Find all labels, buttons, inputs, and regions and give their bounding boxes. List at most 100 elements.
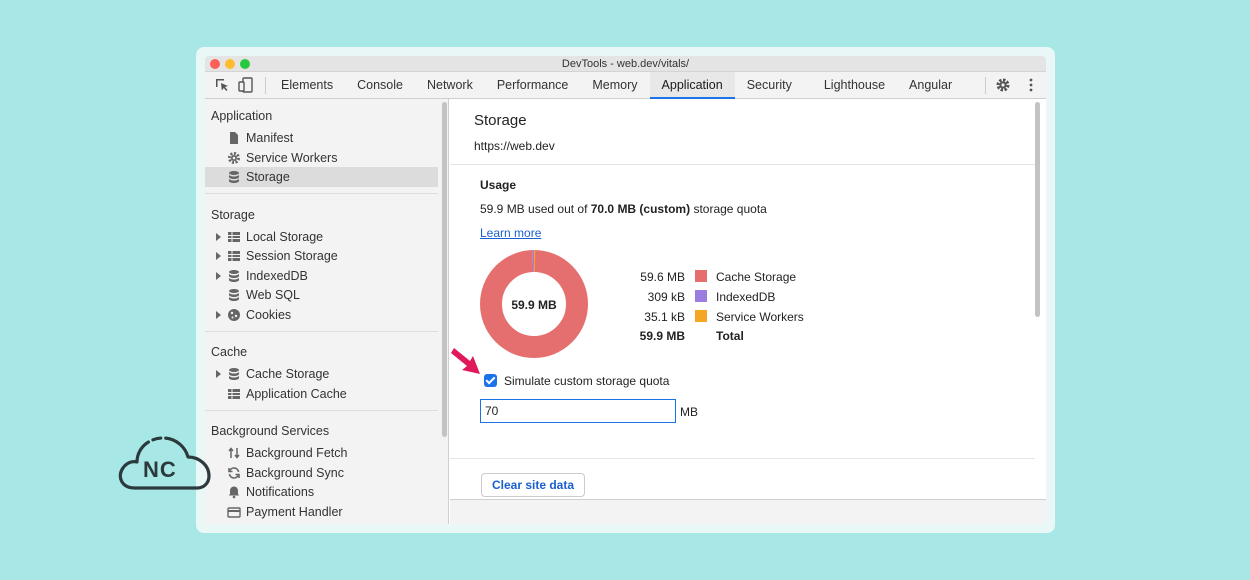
tab-lighthouse[interactable]: Lighthouse <box>812 72 897 99</box>
sidebar-item-label: Notifications <box>246 485 315 499</box>
expand-arrow-icon[interactable] <box>216 311 221 319</box>
tab-console[interactable]: Console <box>345 72 415 99</box>
cookie-icon <box>228 309 240 321</box>
usage-used: 59.9 MB <box>480 202 525 216</box>
sidebar-item-label: Local Storage <box>246 230 324 244</box>
sidebar-item-label: Manifest <box>246 131 294 145</box>
application-sidebar: Application Manifest Service Workers Sto… <box>205 99 449 524</box>
sidebar-group-background-services: Background Services <box>211 424 330 438</box>
storage-panel: Storage https://web.dev Usage 59.9 MB us… <box>450 99 1046 524</box>
card-icon <box>227 507 241 518</box>
expand-arrow-icon[interactable] <box>216 370 221 378</box>
sidebar-item-label: Session Storage <box>246 249 338 263</box>
tab-network[interactable]: Network <box>415 72 485 99</box>
sidebar-item-web-sql[interactable]: Web SQL <box>205 285 438 305</box>
devtools-window: DevTools - web.dev/vitals/ Elements Cons… <box>205 56 1046 524</box>
window-title: DevTools - web.dev/vitals/ <box>561 58 690 70</box>
sidebar-item-payment-handler[interactable]: Payment Handler <box>205 502 438 522</box>
title-bar: DevTools - web.dev/vitals/ <box>205 56 1046 72</box>
settings-gear-icon[interactable] <box>995 77 1011 93</box>
sidebar-group-application: Application <box>211 109 273 123</box>
sidebar-divider <box>205 193 438 194</box>
sidebar-item-label: IndexedDB <box>246 269 308 283</box>
sidebar-item-manifest[interactable]: Manifest <box>205 128 438 148</box>
sidebar-item-label: Background Sync <box>246 466 344 480</box>
usage-heading: Usage <box>480 178 517 192</box>
sidebar-item-storage[interactable]: Storage <box>205 167 438 187</box>
sidebar-item-label: Cache Storage <box>246 367 330 381</box>
quota-unit-label: MB <box>680 405 698 419</box>
sidebar-item-label: Service Workers <box>246 151 338 165</box>
sidebar-item-background-sync[interactable]: Background Sync <box>205 463 438 483</box>
tab-elements[interactable]: Elements <box>269 72 345 99</box>
sidebar-item-session-storage[interactable]: Session Storage <box>205 246 438 266</box>
sidebar-group-storage: Storage <box>211 208 255 222</box>
sync-icon <box>228 467 240 479</box>
toolbar-separator <box>265 77 266 94</box>
database-icon <box>229 289 239 301</box>
learn-more-link[interactable]: Learn more <box>480 226 541 240</box>
clear-site-data-button[interactable]: Clear site data <box>481 473 585 497</box>
sidebar-item-local-storage[interactable]: Local Storage <box>205 227 438 247</box>
legend-swatch <box>695 290 707 302</box>
legend-row-service-workers: 35.1 kB Service Workers <box>600 308 900 326</box>
sidebar-item-cookies[interactable]: Cookies <box>205 305 438 325</box>
file-icon <box>230 132 238 144</box>
legend-row-cache-storage: 59.6 MB Cache Storage <box>600 268 900 286</box>
expand-arrow-icon[interactable] <box>216 233 221 241</box>
expand-arrow-icon[interactable] <box>216 272 221 280</box>
tab-application[interactable]: Application <box>649 72 735 99</box>
sidebar-item-label: Web SQL <box>246 288 300 302</box>
sidebar-item-label: Payment Handler <box>246 505 343 519</box>
tab-memory[interactable]: Memory <box>580 72 649 99</box>
more-options-icon[interactable] <box>1023 77 1039 93</box>
origin-url: https://web.dev <box>474 139 555 153</box>
device-toolbar-icon[interactable] <box>238 77 254 93</box>
legend-total-size: 59.9 MB <box>639 329 685 343</box>
grid-icon <box>228 232 240 242</box>
legend-size: 59.6 MB <box>640 270 685 284</box>
section-divider <box>450 458 1035 459</box>
sidebar-item-notifications[interactable]: Notifications <box>205 482 438 502</box>
sidebar-divider <box>205 410 438 411</box>
usage-quota: 70.0 MB (custom) <box>590 202 691 216</box>
sidebar-item-background-fetch[interactable]: Background Fetch <box>205 443 438 463</box>
sidebar-group-cache: Cache <box>211 345 248 359</box>
expand-arrow-icon[interactable] <box>216 252 221 260</box>
legend-row-indexeddb: 309 kB IndexedDB <box>600 288 900 306</box>
sidebar-divider <box>205 331 438 332</box>
sidebar-item-indexeddb[interactable]: IndexedDB <box>205 266 438 286</box>
legend-name: Cache Storage <box>716 270 797 284</box>
legend-row-total: 59.9 MB Total <box>600 327 900 345</box>
sidebar-item-label: Background Fetch <box>246 446 348 460</box>
usage-summary: 59.9 MB used out of 70.0 MB (custom) sto… <box>480 202 767 216</box>
sidebar-item-cache-storage[interactable]: Cache Storage <box>205 364 438 384</box>
usage-text-after: storage quota <box>690 202 767 216</box>
legend-size: 35.1 kB <box>644 310 685 324</box>
panel-tabs: Elements Console Network Performance Mem… <box>269 72 964 99</box>
custom-quota-input[interactable] <box>480 399 676 423</box>
sidebar-item-label: Storage <box>246 170 290 184</box>
simulate-quota-label[interactable]: Simulate custom storage quota <box>504 374 669 388</box>
tab-angular[interactable]: Angular <box>897 72 964 99</box>
database-icon <box>229 270 239 282</box>
simulate-quota-checkbox[interactable] <box>484 374 497 387</box>
grid-icon <box>228 251 240 261</box>
sidebar-item-label: Cookies <box>246 308 292 322</box>
page-title: Storage <box>474 112 527 129</box>
legend-swatch <box>695 310 707 322</box>
database-icon <box>229 368 239 380</box>
gear-icon <box>228 152 240 164</box>
tab-performance[interactable]: Performance <box>485 72 581 99</box>
legend-swatch <box>695 270 707 282</box>
sidebar-item-application-cache[interactable]: Application Cache <box>205 384 438 404</box>
section-divider <box>450 164 1035 165</box>
tab-security[interactable]: Security <box>735 72 812 99</box>
sidebar-scrollbar[interactable] <box>442 102 447 437</box>
sidebar-item-service-workers[interactable]: Service Workers <box>205 148 438 168</box>
inspect-element-icon[interactable] <box>214 77 230 93</box>
donut-center-label: 59.9 MB <box>511 298 557 312</box>
legend-size: 309 kB <box>647 290 685 304</box>
legend-name: IndexedDB <box>716 290 776 304</box>
main-scrollbar[interactable] <box>1035 102 1040 317</box>
